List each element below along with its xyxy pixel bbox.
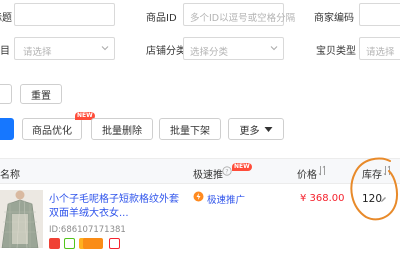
batch-unlist-button[interactable]: 批量下架	[159, 118, 221, 140]
tag-orange-icon	[83, 238, 103, 249]
category-placeholder: 请选择	[23, 47, 52, 58]
sort-icon[interactable]	[318, 165, 327, 176]
product-title-line1: 小个子毛呢格子短款格纹外套	[49, 194, 179, 205]
shop-category-select[interactable]: 选择分类	[183, 37, 284, 60]
express-promo-icon	[193, 191, 204, 202]
col-name-header: 商品名称	[0, 170, 20, 181]
caret-down-icon	[264, 126, 272, 132]
product-price: ¥ 368.00	[300, 193, 345, 204]
shop-category-label: 店铺分类	[146, 46, 186, 57]
chevron-down-icon	[101, 46, 109, 51]
optimize-label: 商品优化	[32, 125, 72, 137]
new-badge: NEW	[232, 163, 252, 171]
merchant-code-label: 商家编码	[314, 13, 354, 24]
merchant-code-input[interactable]	[359, 3, 400, 26]
product-title-link[interactable]: 小个子毛呢格子短款格纹外套 双面羊绒大衣女...	[49, 193, 179, 221]
reset-button[interactable]: 重置	[20, 84, 62, 104]
express-promo-link[interactable]: 极速推广	[207, 192, 245, 206]
product-image	[0, 190, 43, 248]
tag-red-icon	[49, 238, 60, 249]
search-button[interactable]	[0, 84, 12, 104]
baby-type-select[interactable]: 请选择	[359, 37, 400, 60]
more-label: 更多	[239, 125, 260, 137]
col-express-header: 极速推	[193, 170, 223, 181]
tag-red-outline-icon	[109, 238, 120, 249]
product-id-text: ID:686107171381	[49, 225, 126, 235]
annotation-circle	[350, 157, 399, 221]
product-id-input[interactable]: 多个ID以逗号或空格分隔	[183, 3, 295, 26]
product-id-label: 商品ID	[146, 13, 177, 24]
shop-category-placeholder: 选择分类	[190, 47, 229, 58]
optimize-button[interactable]: 商品优化	[22, 118, 82, 140]
svg-text:?: ?	[225, 169, 228, 176]
tag-green-icon	[64, 238, 75, 249]
chevron-down-icon	[270, 46, 278, 51]
primary-action-button[interactable]	[0, 118, 14, 140]
info-icon[interactable]: ?	[222, 166, 232, 176]
product-title-line2: 双面羊绒大衣女...	[49, 208, 129, 219]
title-label: 标题	[0, 13, 12, 24]
product-id-placeholder: 多个ID以逗号或空格分隔	[190, 13, 296, 24]
more-dropdown-button[interactable]: 更多	[228, 118, 284, 140]
product-thumbnail[interactable]	[0, 190, 43, 248]
col-price-header: 价格	[297, 170, 317, 181]
title-input[interactable]	[14, 3, 115, 26]
category-select[interactable]: 请选择	[14, 37, 115, 60]
baby-type-placeholder: 请选择	[366, 47, 395, 58]
category-label: 类目	[0, 46, 10, 57]
baby-type-label: 宝贝类型	[316, 46, 356, 57]
batch-delete-button[interactable]: 批量删除	[91, 118, 153, 140]
